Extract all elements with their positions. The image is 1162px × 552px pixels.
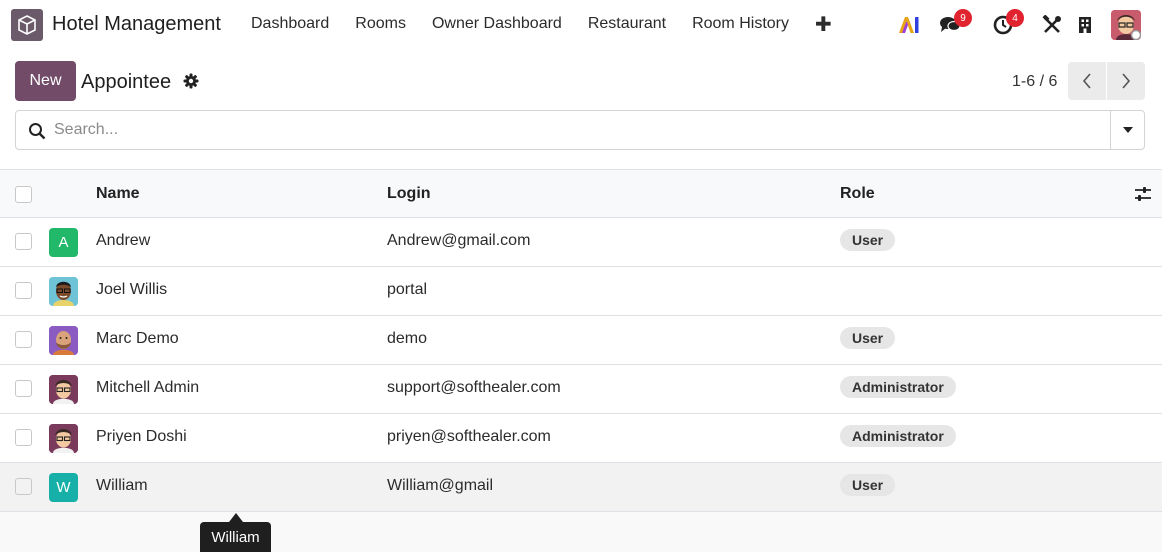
cell-login: portal	[387, 281, 428, 298]
table-row[interactable]: A Andrew Andrew@gmail.com User	[0, 218, 1162, 267]
cell-login: demo	[387, 330, 428, 347]
menu-item-restaurant[interactable]: Restaurant	[588, 15, 666, 37]
cell-name: Andrew	[96, 232, 151, 249]
app-name[interactable]: Hotel Management	[52, 13, 221, 36]
avatar: A	[49, 228, 78, 257]
column-header-name[interactable]: Name	[96, 185, 140, 203]
avatar	[49, 277, 78, 306]
tooltip: William	[200, 522, 271, 552]
main-menu: Dashboard Rooms Owner Dashboard Restaura…	[251, 12, 858, 37]
cell-name: Marc Demo	[96, 330, 179, 347]
messages-count-badge: 9	[954, 9, 972, 27]
avatar	[49, 375, 78, 404]
page-title: Appointee	[81, 71, 172, 93]
chevron-left-icon	[1082, 73, 1091, 89]
row-checkbox[interactable]	[15, 478, 32, 495]
building-icon[interactable]	[1076, 11, 1094, 39]
role-tag: User	[840, 327, 896, 349]
menu-item-rooms[interactable]: Rooms	[355, 15, 406, 37]
table-row[interactable]: Priyen Doshi priyen@softhealer.com Admin…	[0, 414, 1162, 463]
cell-name: Joel Willis	[96, 281, 168, 298]
table-header: Name Login Role	[0, 169, 1162, 218]
table-row[interactable]: Marc Demo demo User	[0, 316, 1162, 365]
new-button[interactable]: New	[15, 61, 76, 101]
role-tag: Administrator	[840, 376, 956, 398]
tools-icon[interactable]	[1041, 11, 1063, 39]
cell-login: Andrew@gmail.com	[387, 232, 531, 249]
top-navbar: Hotel Management Dashboard Rooms Owner D…	[0, 0, 1162, 50]
optional-columns-icon[interactable]	[1134, 186, 1152, 207]
select-all-checkbox[interactable]	[15, 186, 32, 203]
role-tag: Administrator	[840, 425, 956, 447]
column-header-role[interactable]: Role	[840, 185, 875, 203]
cell-name: William	[96, 477, 148, 494]
search-bar	[15, 110, 1145, 150]
cell-login: William@gmail	[387, 477, 494, 494]
role-tag: User	[840, 474, 896, 496]
chevron-right-icon	[1122, 73, 1131, 89]
avatar	[49, 326, 78, 355]
table-row[interactable]: W William William@gmail User	[0, 463, 1162, 512]
menu-item-dashboard[interactable]: Dashboard	[251, 15, 329, 37]
avatar: W	[49, 473, 78, 502]
plus-icon[interactable]: ✚	[815, 12, 832, 37]
search-options-toggle[interactable]	[1110, 111, 1144, 149]
records-table: Name Login Role A Andrew Andrew@gmail.co…	[0, 169, 1162, 512]
cell-name: Mitchell Admin	[96, 379, 200, 396]
table-row[interactable]: Mitchell Admin support@softhealer.com Ad…	[0, 365, 1162, 414]
user-avatar[interactable]	[1111, 10, 1141, 40]
cell-login: priyen@softhealer.com	[387, 428, 551, 445]
ai-icon[interactable]	[897, 11, 921, 39]
row-checkbox[interactable]	[15, 282, 32, 299]
cell-name: Priyen Doshi	[96, 428, 187, 445]
pager-previous-button[interactable]	[1068, 62, 1106, 100]
row-checkbox[interactable]	[15, 429, 32, 446]
table-row[interactable]: Joel Willis portal	[0, 267, 1162, 316]
avatar	[49, 424, 78, 453]
apps-menu-icon[interactable]	[11, 9, 43, 41]
pager-value[interactable]: 1-6 / 6	[1012, 73, 1057, 91]
search-input[interactable]	[54, 111, 1104, 149]
search-icon	[29, 123, 46, 140]
menu-item-room-history[interactable]: Room History	[692, 15, 789, 37]
caret-down-icon	[1122, 127, 1133, 133]
activity-count-badge: 4	[1006, 9, 1024, 27]
tooltip-arrow	[229, 513, 243, 522]
pager-next-button[interactable]	[1107, 62, 1145, 100]
column-header-login[interactable]: Login	[387, 185, 431, 203]
row-checkbox[interactable]	[15, 380, 32, 397]
row-checkbox[interactable]	[15, 233, 32, 250]
menu-item-owner-dashboard[interactable]: Owner Dashboard	[432, 15, 562, 37]
role-tag: User	[840, 229, 896, 251]
cell-login: support@softhealer.com	[387, 379, 561, 396]
row-checkbox[interactable]	[15, 331, 32, 348]
gear-icon[interactable]	[183, 73, 199, 89]
list-empty-area	[0, 512, 1162, 552]
